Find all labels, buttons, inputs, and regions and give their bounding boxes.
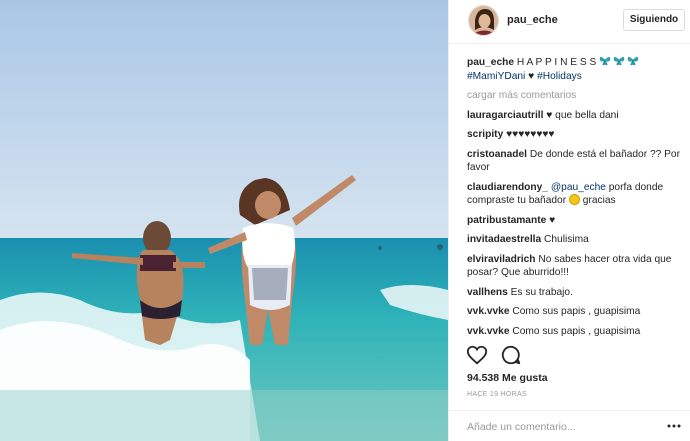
avatar[interactable]: [468, 5, 499, 36]
caption: pau_eche H A P P I N E S S #MamiYDani ♥ …: [467, 55, 685, 83]
comment-text: ♥ que bella dani: [546, 109, 619, 121]
comment-item: vvk.vvke Como sus papis , guapisima: [467, 325, 685, 339]
add-comment-bar: [449, 410, 690, 441]
comments-list: pau_eche H A P P I N E S S #MamiYDani ♥ …: [467, 55, 685, 344]
butterfly-icon: [599, 57, 639, 66]
comment-item: patribustamante ♥: [467, 214, 685, 228]
comment-username[interactable]: cristoanadel: [467, 149, 527, 160]
beach-photo-illustration: [0, 0, 448, 441]
heart-icon[interactable]: [466, 344, 488, 366]
post-actions: [466, 344, 530, 366]
smile-emoji-icon: [568, 194, 580, 205]
comment-item: elviraviladrich No sabes hacer otra vida…: [467, 253, 685, 280]
mention-link[interactable]: @pau_eche: [551, 182, 606, 193]
comment-text: Como sus papis , guapisima: [512, 325, 641, 337]
heart-emoji: ♥: [528, 70, 535, 82]
hashtag-link[interactable]: #MamiYDani: [467, 71, 525, 82]
comment-item: scripity ♥♥♥♥♥♥♥♥: [467, 128, 685, 142]
avatar-image: [469, 6, 498, 35]
comment-text: Chulisima: [544, 234, 589, 245]
comment-username[interactable]: vvk.vvke: [467, 306, 510, 317]
load-more-comments-link[interactable]: cargar más comentarios: [467, 89, 685, 103]
post-sidebar: pau_eche Siguiendo pau_eche H A P P I N …: [448, 0, 690, 441]
comment-item: lauragarciautrill ♥ que bella dani: [467, 109, 685, 123]
comment-item: vvk.vvke Como sus papis , guapisima: [467, 305, 685, 319]
post-photo[interactable]: [0, 0, 448, 441]
comment-item: cristoanadel De donde está el bañador ??…: [467, 148, 685, 175]
more-options-icon[interactable]: [667, 423, 681, 429]
following-button[interactable]: Siguiendo: [623, 9, 685, 31]
comment-text: Es su trabajo.: [510, 286, 573, 298]
comment-username[interactable]: claudiarendony_: [467, 182, 548, 193]
comment-bubble-icon[interactable]: [500, 344, 522, 366]
comment-username[interactable]: scripity: [467, 129, 503, 140]
comment-item: invitadaestrella Chulisima: [467, 233, 685, 247]
likes-count[interactable]: 94.538 Me gusta: [467, 372, 548, 384]
comment-username[interactable]: vvk.vvke: [467, 326, 510, 337]
comment-username[interactable]: elviraviladrich: [467, 254, 536, 265]
post-username[interactable]: pau_eche: [507, 14, 558, 26]
comment-text: ♥♥♥♥♥♥♥♥: [506, 129, 555, 140]
comment-text: ♥: [549, 214, 556, 226]
caption-text: H A P P I N E S S: [516, 57, 597, 68]
caption-username[interactable]: pau_eche: [467, 57, 514, 68]
add-comment-input[interactable]: [467, 418, 657, 436]
comment-item: vallhens Es su trabajo.: [467, 286, 685, 300]
comment-username[interactable]: vallhens: [467, 287, 508, 298]
comment-text-after: gracias: [582, 195, 616, 206]
hashtag-link[interactable]: #Holidays: [537, 71, 582, 82]
comment-username[interactable]: patribustamante: [467, 215, 546, 226]
comment-item: claudiarendony_ @pau_eche porfa donde co…: [467, 181, 685, 208]
comment-username[interactable]: invitadaestrella: [467, 234, 541, 245]
post-timestamp[interactable]: HACE 19 HORAS: [467, 391, 527, 398]
post-header: pau_eche Siguiendo: [449, 0, 690, 44]
comment-text: Como sus papis , guapisima: [512, 306, 641, 317]
comment-username[interactable]: lauragarciautrill: [467, 110, 543, 121]
